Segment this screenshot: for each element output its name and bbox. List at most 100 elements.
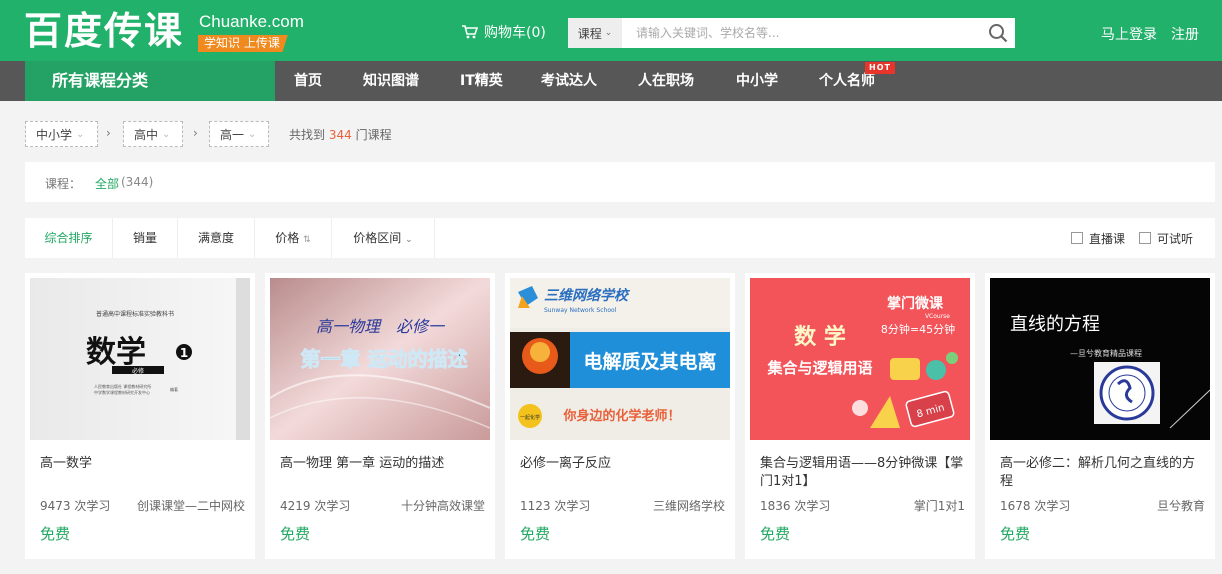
course-school[interactable]: 掌门1对1 — [914, 497, 965, 514]
course-thumbnail[interactable]: 高一物理 必修一 第一章 运动的描述 — [270, 278, 490, 440]
sort-satisfaction[interactable]: 满意度 — [178, 218, 255, 258]
chem-brand: 三维网络学校 — [544, 287, 631, 304]
course-students: 9473 次学习 — [40, 499, 111, 513]
course-card[interactable]: 普通高中课程标准实验教科书 数学 1 必修 人民教育出版社 课程教材研究所 中学… — [25, 273, 255, 559]
course-school[interactable]: 三维网络学校 — [653, 497, 725, 514]
course-students: 1123 次学习 — [520, 499, 591, 513]
sort-bar: 综合排序 销量 满意度 价格 ⇅ 价格区间 ⌄ 直播课 可试听 — [25, 218, 1215, 258]
line-title: 直线的方程 — [1010, 314, 1100, 335]
course-price: 免费 — [760, 525, 791, 543]
course-students: 1678 次学习 — [1000, 499, 1071, 513]
sort-price-range-label: 价格区间 — [353, 231, 402, 245]
math-publisher-1: 人民教育出版社 课程教材研究所 — [94, 383, 151, 389]
all-categories-menu[interactable]: 所有课程分类 — [25, 61, 275, 101]
nav-item-career[interactable]: 人在职场 — [638, 61, 694, 101]
register-link[interactable]: 注册 — [1171, 24, 1199, 44]
hot-badge: HOT — [865, 62, 895, 74]
course-title[interactable]: 高一数学 — [40, 455, 245, 473]
search-icon — [989, 24, 1008, 43]
trial-checkbox[interactable] — [1139, 232, 1151, 244]
course-students: 1836 次学习 — [760, 499, 831, 513]
logic-brand: 掌门微课 — [887, 295, 944, 312]
chevron-down-icon: ⌄ — [604, 28, 613, 38]
chem-slogan: 你身边的化学老师！ — [562, 408, 680, 424]
course-school[interactable]: 十分钟高效课堂 — [401, 497, 485, 514]
course-thumbnail[interactable]: 掌门微课 VCourse 8分钟=45分钟 数 学 集合与逻辑用语 8 min — [750, 278, 970, 440]
course-thumbnail[interactable]: 普通高中课程标准实验教科书 数学 1 必修 人民教育出版社 课程教材研究所 中学… — [30, 278, 250, 440]
nav-item-knowledge[interactable]: 知识图谱 — [363, 61, 419, 101]
course-title[interactable]: 高一必修二：解析几何之直线的方程 — [1000, 455, 1205, 491]
live-checkbox[interactable] — [1071, 232, 1083, 244]
course-card[interactable]: 掌门微课 VCourse 8分钟=45分钟 数 学 集合与逻辑用语 8 min … — [745, 273, 975, 559]
chevron-down-icon: ⌄ — [405, 235, 413, 245]
breadcrumb-label: 高中 — [134, 127, 159, 142]
filter-all-option[interactable]: 全部 — [95, 175, 119, 192]
course-thumbnail[interactable]: 三维网络学校 Sunway Network School 电解质及其电离 一起化… — [510, 278, 730, 440]
live-checkbox-label: 直播课 — [1089, 232, 1126, 246]
result-number: 344 — [328, 128, 352, 142]
sort-arrows-icon: ⇅ — [303, 235, 311, 245]
login-link[interactable]: 马上登录 — [1101, 24, 1157, 44]
physics-subtitle: 高一物理 必修一 — [316, 317, 446, 336]
logic-formula: 8分钟=45分钟 — [881, 322, 955, 336]
search-input[interactable] — [622, 18, 981, 48]
logic-title: 集合与逻辑用语 — [766, 359, 872, 377]
search-category-select[interactable]: 课程 ⌄ — [568, 18, 622, 48]
course-students: 4219 次学习 — [280, 499, 351, 513]
chevron-down-icon: ⌄ — [248, 128, 257, 140]
course-card[interactable]: 三维网络学校 Sunway Network School 电解质及其电离 一起化… — [505, 273, 735, 559]
course-title[interactable]: 必修一离子反应 — [520, 455, 725, 473]
chem-brand-en: Sunway Network School — [544, 307, 617, 314]
course-title[interactable]: 集合与逻辑用语——8分钟微课【掌门1对1】 — [760, 455, 965, 491]
chevron-right-icon: › — [106, 126, 111, 140]
breadcrumb-level-2[interactable]: 高中 ⌄ — [123, 121, 183, 147]
math-book-header: 普通高中课程标准实验教科书 — [96, 310, 174, 318]
search-button[interactable] — [981, 18, 1015, 48]
nav-item-it[interactable]: IT精英 — [460, 61, 503, 101]
course-school[interactable]: 创课课堂—二中网校 — [137, 497, 245, 514]
chevron-down-icon: ⌄ — [162, 128, 171, 140]
logic-brand-en: VCourse — [925, 313, 950, 320]
math-book-title: 数学 — [86, 335, 146, 370]
sort-sales[interactable]: 销量 — [113, 218, 178, 258]
nav-item-k12[interactable]: 中小学 — [736, 61, 778, 101]
top-header: 百度传课 Chuanke.com 学知识 上传课 购物车(0) 课程 ⌄ 马上登… — [0, 0, 1222, 61]
filter-count: (344) — [121, 175, 154, 189]
breadcrumb-level-1[interactable]: 中小学 ⌄ — [25, 121, 98, 147]
cart-label: 购物车(0) — [484, 25, 546, 41]
course-school[interactable]: 旦兮教育 — [1157, 497, 1205, 514]
math-publisher-3: 编著 — [170, 386, 178, 392]
chem-title: 电解质及其电离 — [583, 350, 716, 373]
cart-icon — [462, 25, 478, 39]
course-title[interactable]: 高一物理 第一章 运动的描述 — [280, 455, 485, 473]
course-filter: 课程： 全部 (344) — [25, 162, 1215, 202]
course-card[interactable]: 直线的方程 —旦兮教育精品课程 高一必修二：解析几何之直线的方程 1678 次学… — [985, 273, 1215, 559]
course-card[interactable]: 高一物理 必修一 第一章 运动的描述 高一物理 第一章 运动的描述 4219 次… — [265, 273, 495, 559]
chem-bubble: 一起化学 — [520, 414, 540, 421]
course-price: 免费 — [1000, 525, 1031, 543]
physics-title: 第一章 运动的描述 — [301, 347, 468, 371]
sort-price-range[interactable]: 价格区间 ⌄ — [332, 218, 435, 258]
search-category-label: 课程 — [577, 26, 602, 41]
math-publisher-2: 中学数学课程教材研究开发中心 — [94, 389, 150, 395]
sort-comprehensive[interactable]: 综合排序 — [25, 218, 113, 258]
sort-price[interactable]: 价格 ⇅ — [255, 218, 332, 258]
sort-price-label: 价格 — [275, 231, 300, 245]
nav-item-home[interactable]: 首页 — [294, 61, 322, 101]
logo-domain: Chuanke.com — [199, 12, 304, 31]
course-price: 免费 — [520, 525, 551, 543]
logic-subject: 数 学 — [794, 324, 846, 350]
main-nav: 所有课程分类 首页 知识图谱 IT精英 考试达人 人在职场 中小学 个人名师 — [0, 61, 1222, 101]
course-thumbnail[interactable]: 直线的方程 —旦兮教育精品课程 — [990, 278, 1210, 440]
breadcrumb-level-3[interactable]: 高一 ⌄ — [209, 121, 269, 147]
logo[interactable]: 百度传课 — [24, 8, 184, 54]
nav-item-exam[interactable]: 考试达人 — [541, 61, 597, 101]
chevron-down-icon: ⌄ — [76, 128, 85, 140]
logo-slogan: 学知识 上传课 — [198, 35, 288, 52]
result-count: 共找到 344 门课程 — [289, 126, 392, 143]
svg-text:1: 1 — [180, 346, 188, 360]
cart-link[interactable]: 购物车(0) — [462, 22, 546, 42]
filter-label: 课程： — [45, 177, 82, 191]
math-book-vol: 必修 — [132, 367, 144, 375]
trial-checkbox-label: 可试听 — [1157, 232, 1194, 246]
